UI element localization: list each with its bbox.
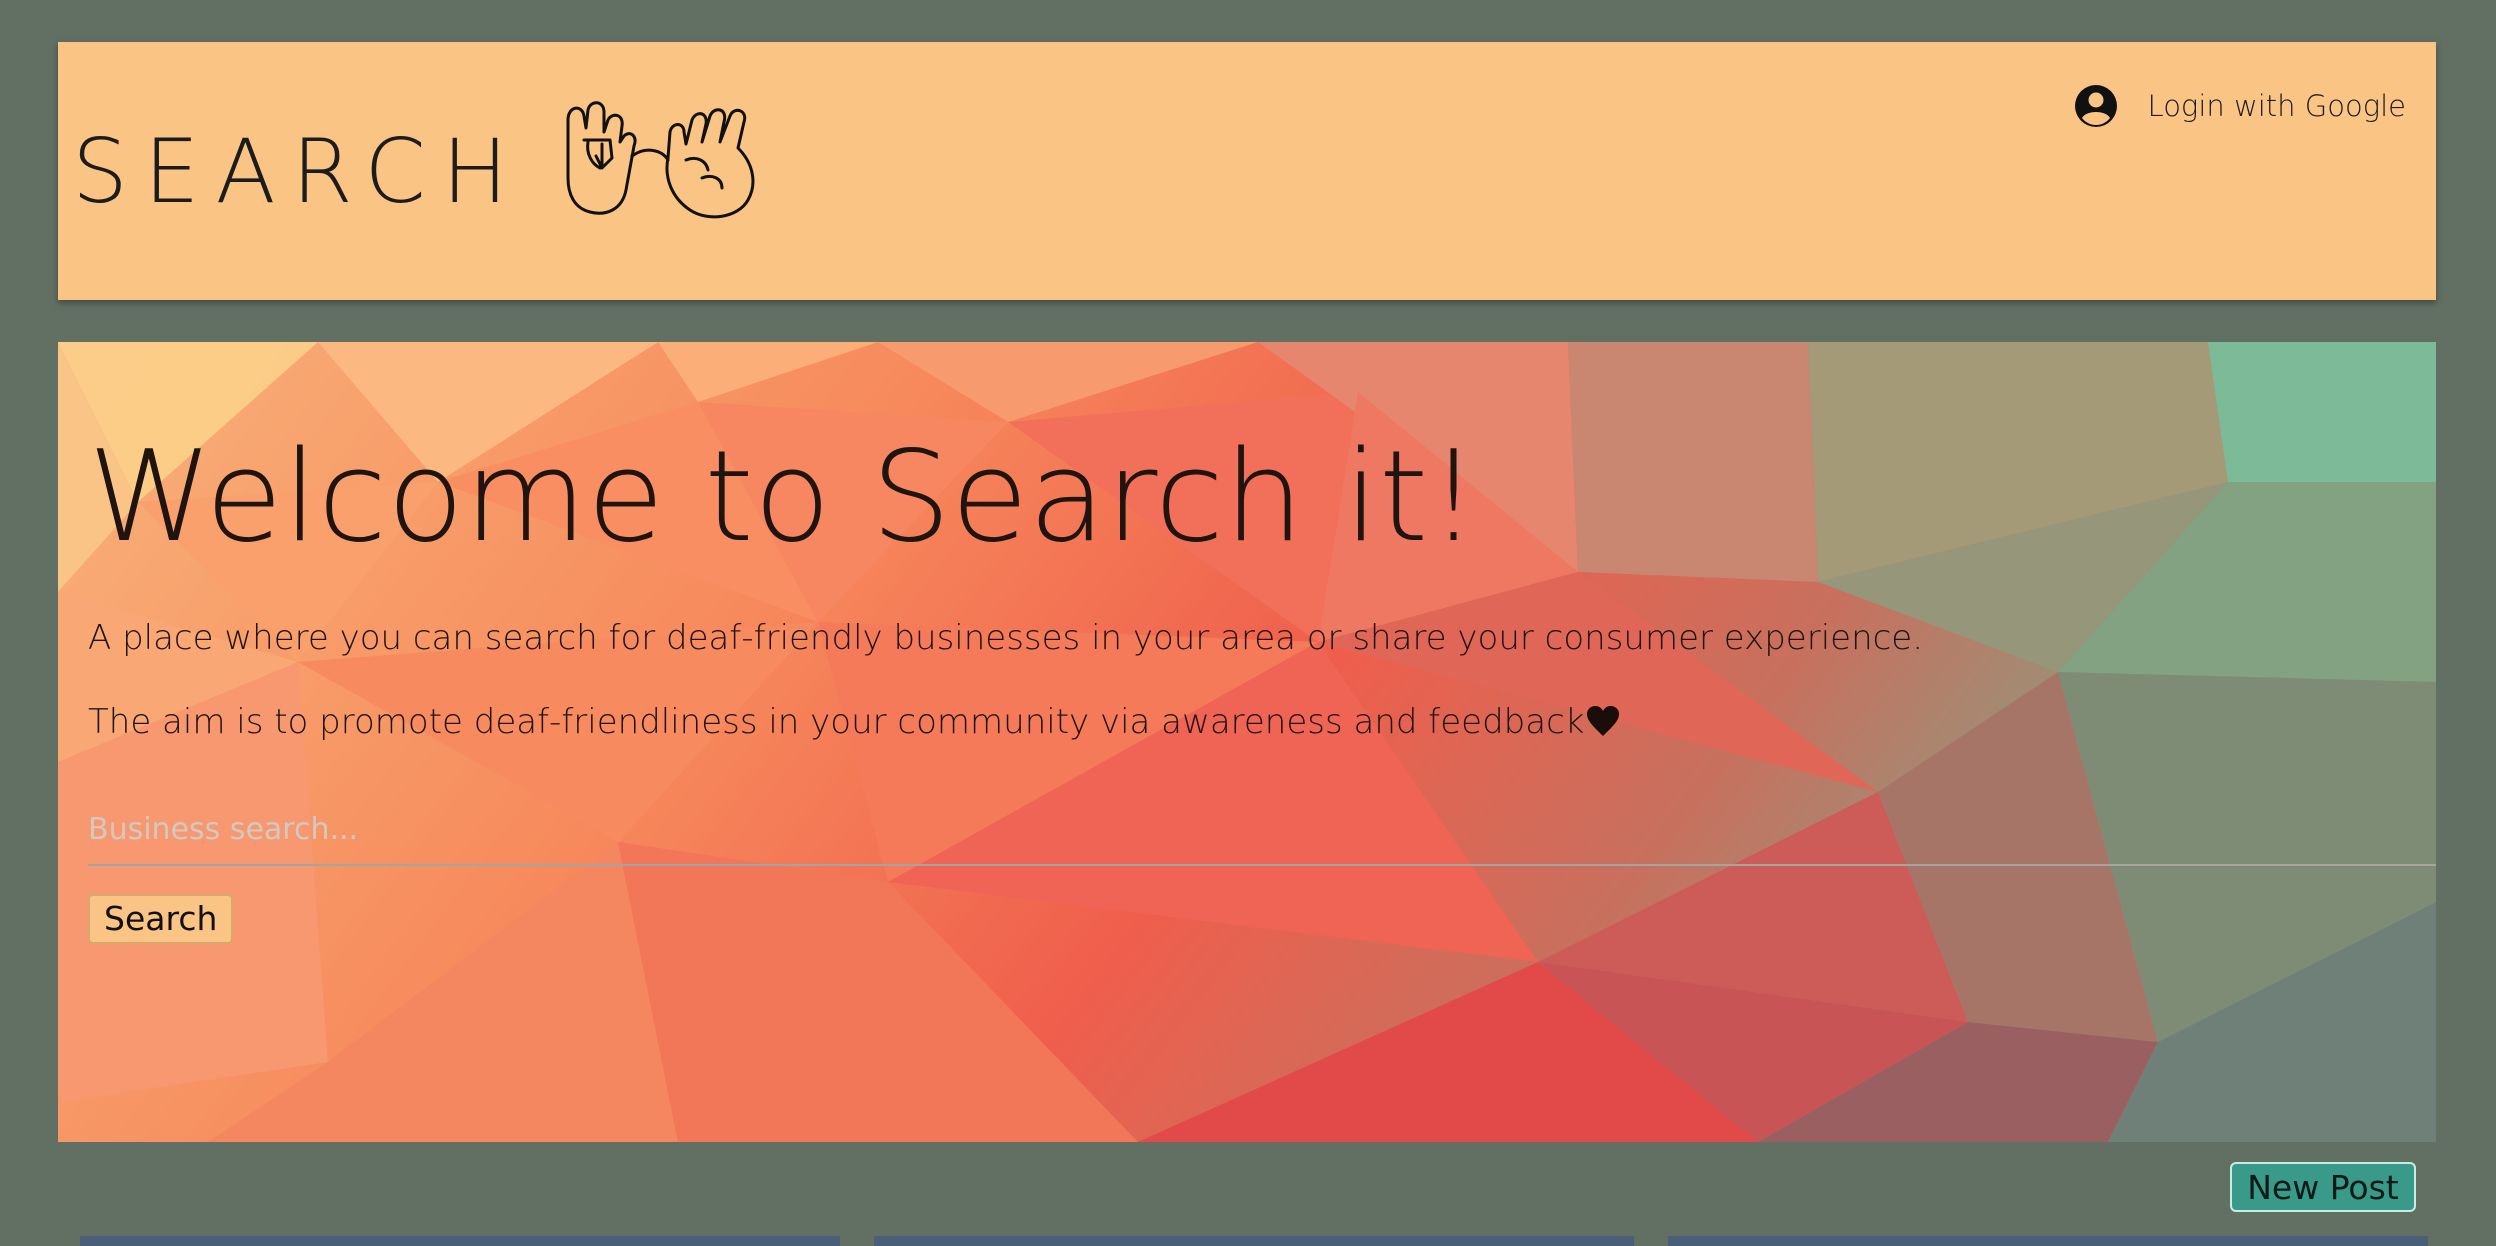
logo-text: SEARCH bbox=[72, 120, 525, 223]
login-with-google-button[interactable]: Login with Google bbox=[2074, 84, 2406, 128]
hero-title: Welcome to Search it! bbox=[88, 423, 1479, 570]
hero-banner: Welcome to Search it! A place where you … bbox=[58, 342, 2436, 1142]
heart-icon bbox=[1587, 706, 1620, 736]
hero-description: A place where you can search for deaf-fr… bbox=[88, 618, 1924, 658]
post-card-3[interactable] bbox=[1668, 1236, 2428, 1246]
business-search-input[interactable] bbox=[88, 804, 2436, 866]
hero-mission-text: The aim is to promote deaf-friendliness … bbox=[88, 702, 1585, 742]
new-post-button[interactable]: New Post bbox=[2230, 1162, 2416, 1212]
account-circle-icon bbox=[2074, 85, 2117, 127]
site-header: SEARCH Login with Google bbox=[58, 42, 2436, 300]
sign-language-hands-icon bbox=[566, 101, 755, 219]
site-logo[interactable]: SEARCH bbox=[72, 82, 762, 232]
login-label: Login with Google bbox=[2147, 89, 2406, 123]
post-card-2[interactable] bbox=[874, 1236, 1634, 1246]
hero-mission: The aim is to promote deaf-friendliness … bbox=[88, 702, 1620, 742]
search-button[interactable]: Search bbox=[88, 894, 234, 944]
post-card-1[interactable] bbox=[80, 1236, 840, 1246]
